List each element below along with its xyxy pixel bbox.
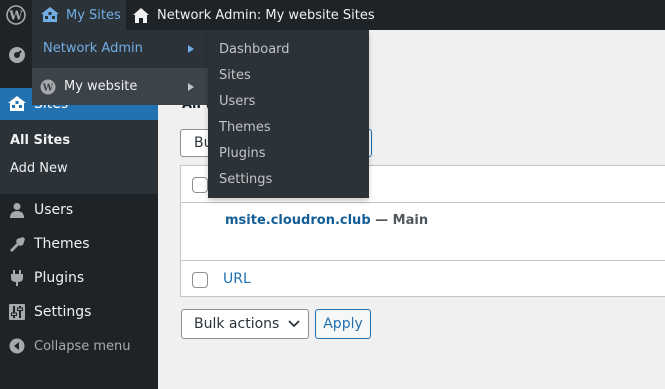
sites-submenu: All Sites Add New [0, 120, 158, 194]
network-admin-label: Network Admin: My website Sites [157, 7, 375, 23]
bulk-actions-label: Bulk actions [194, 316, 280, 332]
submenu-dashboard[interactable]: Dashboard [219, 42, 290, 57]
collapse-menu-button[interactable]: Collapse menu [0, 330, 158, 362]
network-admin-menu-label: Network Admin [43, 41, 143, 56]
site-name-link[interactable]: msite.cloudron.club [225, 213, 371, 228]
users-icon [0, 202, 34, 218]
wordpress-menu[interactable]: W [0, 0, 32, 30]
svg-text:W: W [42, 82, 54, 93]
home-icon [133, 7, 149, 23]
submenu-users[interactable]: Users [219, 94, 255, 109]
caret-right-icon [188, 45, 194, 53]
wordpress-logo-icon: W [6, 5, 26, 25]
themes-icon [0, 236, 34, 252]
apply-button[interactable]: Apply [315, 309, 371, 339]
network-admin-submenu: Dashboard Sites Users Themes Plugins Set… [208, 30, 369, 198]
submenu-add-new[interactable]: Add New [10, 161, 68, 176]
submenu-settings[interactable]: Settings [219, 172, 272, 187]
url-column-header[interactable]: URL [223, 271, 251, 287]
sidebar-item-label: Users [34, 202, 74, 218]
sidebar-item-label: Themes [34, 236, 90, 252]
dropdown-item-network-admin[interactable]: Network Admin [32, 30, 208, 67]
collapse-menu-label: Collapse menu [34, 338, 131, 354]
caret-right-icon [188, 83, 194, 91]
submenu-themes[interactable]: Themes [219, 120, 271, 135]
bulk-actions-select-bottom[interactable]: Bulk actions [181, 309, 309, 339]
sidebar-item-label: Plugins [34, 270, 85, 286]
sidebar-item-settings[interactable]: Settings [0, 296, 158, 328]
submenu-all-sites[interactable]: All Sites [10, 133, 70, 148]
select-all-checkbox[interactable] [192, 177, 208, 193]
sidebar-item-plugins[interactable]: Plugins [0, 262, 158, 294]
select-all-checkbox-footer[interactable] [192, 272, 208, 288]
submenu-plugins[interactable]: Plugins [219, 146, 266, 161]
my-sites-menu[interactable]: My Sites [32, 0, 126, 30]
my-sites-label: My Sites [66, 7, 121, 23]
wordpress-logo-icon: W [40, 79, 56, 94]
sidebar-item-themes[interactable]: Themes [0, 228, 158, 260]
site-main-label: — Main [370, 213, 429, 228]
submenu-sites[interactable]: Sites [219, 68, 251, 83]
dropdown-item-my-website[interactable]: W My website [32, 68, 208, 105]
collapse-icon [0, 338, 34, 354]
admin-bar: W My Sites Network Admin: My website Sit… [0, 0, 665, 30]
sidebar-item-users[interactable]: Users [0, 194, 158, 226]
divider [181, 260, 665, 261]
divider [181, 202, 665, 203]
my-website-menu-label: My website [64, 79, 138, 94]
svg-text:W: W [8, 9, 23, 23]
dashboard-icon [0, 46, 34, 64]
multisite-icon [0, 95, 34, 113]
network-admin-link[interactable]: Network Admin: My website Sites [128, 0, 375, 30]
multisite-icon [41, 7, 59, 22]
chevron-down-icon [288, 320, 300, 328]
table-row: msite.cloudron.club — Main [225, 213, 428, 228]
my-sites-dropdown: Network Admin W My website [32, 30, 208, 105]
sidebar-item-label: Settings [34, 304, 92, 320]
settings-icon [0, 304, 34, 320]
plugins-icon [0, 269, 34, 287]
